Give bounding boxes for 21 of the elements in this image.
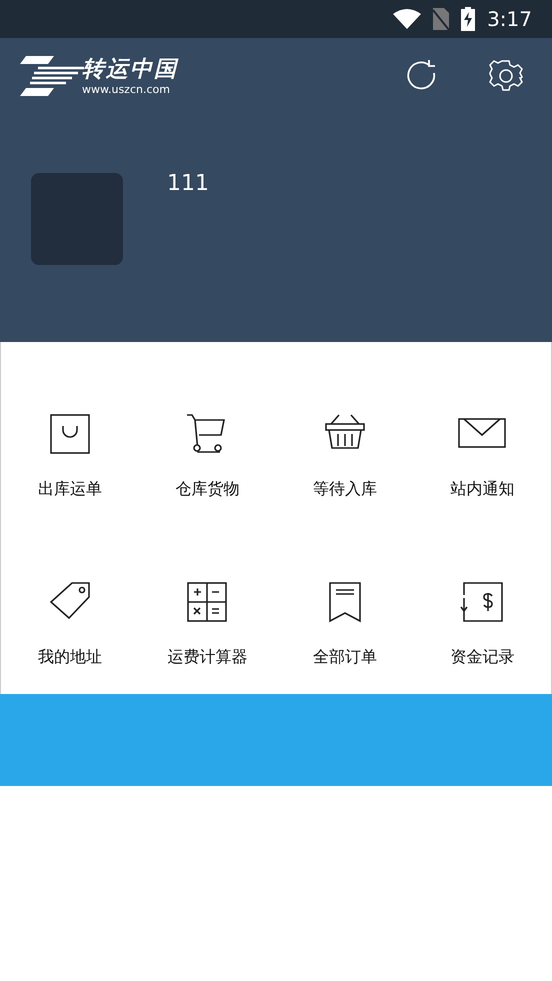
menu-item[interactable]: 全部订单 (276, 556, 414, 682)
menu-item[interactable]: 我的地址 (1, 556, 138, 682)
wifi-icon (393, 9, 422, 29)
menu-item[interactable]: 仓库货物 (138, 388, 276, 514)
menu-item[interactable]: 站内通知 (414, 388, 551, 514)
status-time: 3:17 (487, 6, 532, 33)
no-sim-icon (433, 8, 450, 30)
money-icon (460, 581, 504, 623)
menu-item[interactable]: 出库运单 (1, 388, 138, 514)
profile-name: 111 (167, 173, 209, 198)
logo-title: 转运中国 (82, 56, 178, 82)
logo-url: www.uszcn.com (82, 82, 171, 96)
logo-mark-icon (18, 56, 84, 96)
bookmark-icon (326, 581, 363, 623)
menu-item[interactable]: 资金记录 (414, 556, 551, 682)
menu-item[interactable]: 等待入库 (276, 388, 414, 514)
envelope-icon (457, 417, 508, 451)
menu-item[interactable]: 运费计算器 (138, 556, 276, 682)
calculator-icon (186, 581, 228, 623)
battery-charging-icon (461, 7, 476, 31)
bag-icon (48, 413, 91, 455)
